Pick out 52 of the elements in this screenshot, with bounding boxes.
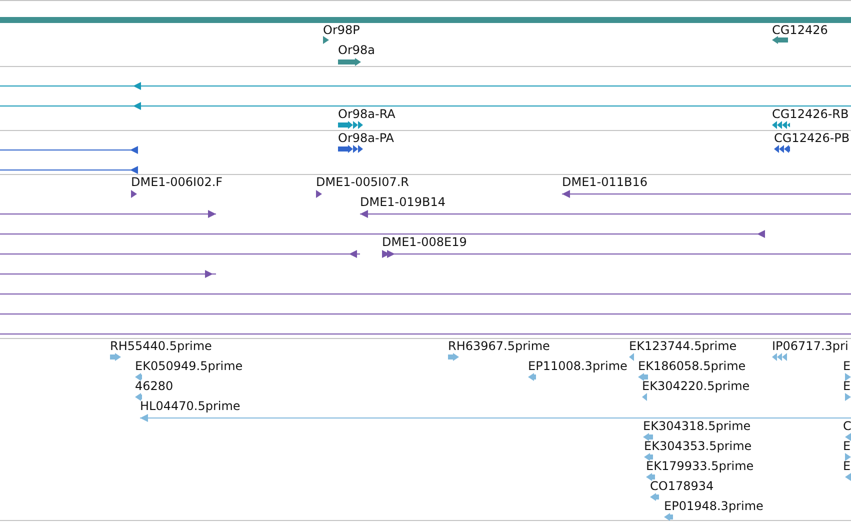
feature-label[interactable]: Or98a-RA [338,107,396,122]
feature-label[interactable]: DME1-006I02.F [131,175,223,190]
alignment-line[interactable] [0,166,138,174]
feature-label[interactable]: CG12426-PB [774,131,850,146]
feature-label[interactable]: Or98a-PA [338,131,394,146]
feature-label[interactable]: CG12426 [772,23,828,38]
feature-label[interactable]: EK304318.5prime [643,419,751,434]
feature-label[interactable]: EP01948.3prime [664,499,764,514]
alignment-line[interactable] [0,250,360,258]
feature-label[interactable]: EK179933.5prime [646,459,754,474]
feature-label[interactable]: RH63967.5prime [448,339,550,354]
feature-label[interactable]: RH55440.5prime [110,339,212,354]
feature-label[interactable]: EK304353.5prime [644,439,752,454]
feature-arrow[interactable] [131,190,137,198]
feature-arrow[interactable] [338,121,363,129]
feature-label[interactable]: C [843,419,851,434]
feature-label[interactable]: DME1-019B14 [360,195,446,210]
feature-label[interactable]: E [843,379,851,394]
feature-label[interactable]: Or98P [323,23,360,38]
feature-label[interactable]: EP11008.3prime [528,359,628,374]
feature-label[interactable]: EK050949.5prime [135,359,243,374]
feature-arrow[interactable] [772,121,790,129]
feature-label[interactable]: CG12426-RB [772,107,849,122]
feature-arrow[interactable] [323,36,329,44]
alignment-line[interactable] [0,230,765,238]
alignment-line[interactable] [382,250,851,258]
alignment-line[interactable] [0,146,138,154]
feature-arrow[interactable] [316,190,322,198]
alignment-line[interactable] [0,270,216,278]
feature-label[interactable]: EK304220.5prime [642,379,750,394]
feature-label[interactable]: DME1-011B16 [562,175,648,190]
feature-label[interactable]: EK186058.5prime [638,359,746,374]
feature-label[interactable]: IP06717.3pri [772,339,848,354]
alignment-line[interactable] [0,210,216,218]
alignment-line[interactable] [562,190,851,198]
feature-label[interactable]: HL04470.5prime [140,399,240,414]
feature-label[interactable]: E [843,459,851,474]
feature-arrow[interactable] [338,145,363,153]
alignment-line[interactable] [0,102,851,110]
alignment-line[interactable] [0,82,851,90]
alignment-line[interactable] [360,210,851,218]
feature-label[interactable]: EK123744.5prime [629,339,737,354]
feature-label[interactable]: E [843,439,851,454]
feature-arrow[interactable] [772,36,788,44]
feature-label[interactable]: E [843,359,851,374]
feature-arrow[interactable] [774,145,790,153]
feature-label[interactable]: 46280 [135,379,174,394]
feature-label[interactable]: DME1-005I07.R [316,175,410,190]
feature-arrow[interactable] [338,58,361,66]
feature-label[interactable]: CO178934 [650,479,714,494]
feature-label[interactable]: DME1-008E19 [382,235,467,250]
feature-label[interactable]: Or98a [338,43,376,58]
